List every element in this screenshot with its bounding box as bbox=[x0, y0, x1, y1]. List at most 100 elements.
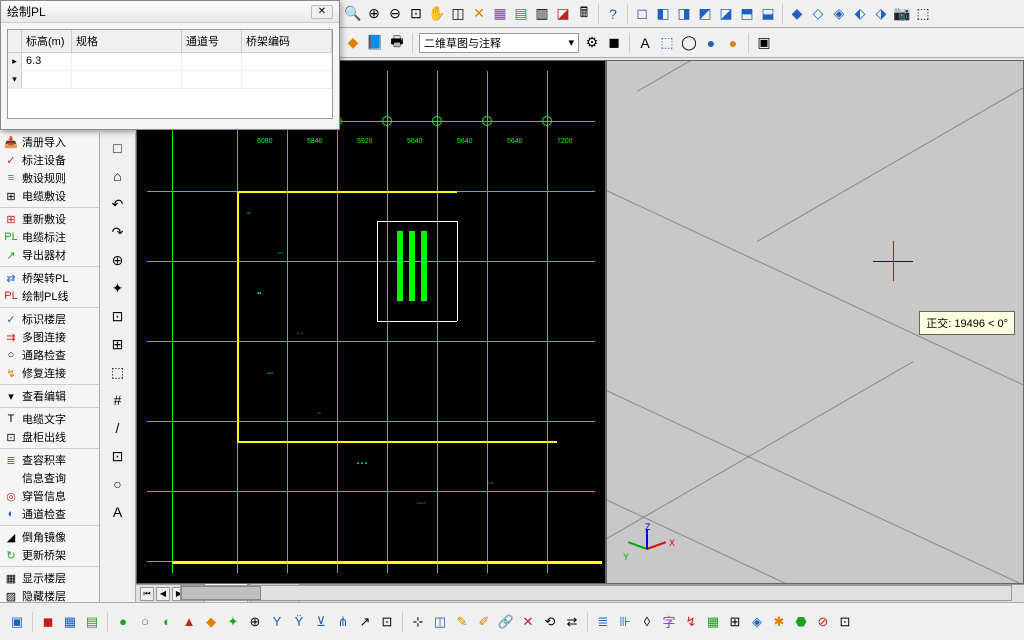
vstrip-tool[interactable]: ↷ bbox=[107, 221, 129, 243]
viewport-2d[interactable]: 6080 5840 5920 5640 5640 5640 7200 ▫▫ ◦◦… bbox=[136, 60, 606, 584]
sidebar-item[interactable]: ⊡盘柜出线 bbox=[0, 428, 99, 446]
bt-icon[interactable]: ▲ bbox=[180, 613, 198, 631]
bt-icon[interactable]: ⊪ bbox=[616, 613, 634, 631]
cube4-icon[interactable]: ◩ bbox=[696, 5, 714, 23]
bt-icon[interactable]: ◼ bbox=[39, 613, 57, 631]
horizontal-scrollbar[interactable] bbox=[180, 585, 1012, 601]
sidebar-item[interactable]: ↻更新桥架 bbox=[0, 546, 99, 564]
print-icon[interactable]: 🖶 bbox=[388, 34, 406, 52]
bt-icon[interactable]: ▣ bbox=[8, 613, 26, 631]
bt-icon[interactable]: ⊡ bbox=[836, 613, 854, 631]
zoom-extents-icon[interactable]: ⊡ bbox=[407, 5, 425, 23]
sidebar-item[interactable]: ▾查看编辑 bbox=[0, 387, 99, 405]
vstrip-tool[interactable]: ⊡ bbox=[107, 305, 129, 327]
axis-gizmo[interactable]: X Y Z bbox=[627, 528, 667, 568]
sidebar-item[interactable]: ◢倒角镜像 bbox=[0, 528, 99, 546]
iso4-icon[interactable]: ⬖ bbox=[851, 5, 869, 23]
cell-empty[interactable] bbox=[22, 71, 72, 88]
bt-icon[interactable]: 🔗 bbox=[497, 613, 515, 631]
sphere1-icon[interactable]: ◯ bbox=[680, 34, 698, 52]
bt-icon[interactable]: ↗ bbox=[356, 613, 374, 631]
sidebar-item[interactable]: ✓标识楼层 bbox=[0, 310, 99, 328]
sidebar-item[interactable]: ◎穿管信息 bbox=[0, 487, 99, 505]
zoom-plus-icon[interactable]: ⊕ bbox=[365, 5, 383, 23]
box-icon[interactable]: ⬚ bbox=[658, 34, 676, 52]
col-elevation[interactable]: 标高(m) bbox=[22, 30, 72, 52]
dialog-grid[interactable]: 标高(m) 规格 通道号 桥架编码 ▸ 6.3 ▾ bbox=[7, 29, 333, 119]
ws-icon[interactable]: ◼ bbox=[605, 34, 623, 52]
col-spec[interactable]: 规格 bbox=[72, 30, 182, 52]
book-icon[interactable]: 📘 bbox=[366, 34, 384, 52]
bt-icon[interactable]: ⊹ bbox=[409, 613, 427, 631]
gear-icon[interactable]: ⚙ bbox=[583, 34, 601, 52]
vstrip-tool[interactable]: □ bbox=[107, 137, 129, 159]
zoom-window-icon[interactable]: ◫ bbox=[449, 5, 467, 23]
sidebar-item[interactable]: ⊞重新敷设 bbox=[0, 210, 99, 228]
cell-empty[interactable] bbox=[72, 71, 182, 88]
bt-icon[interactable]: ⊻ bbox=[312, 613, 330, 631]
vstrip-tool[interactable]: ⊞ bbox=[107, 333, 129, 355]
vstrip-tool[interactable]: ✦ bbox=[107, 277, 129, 299]
bt-icon[interactable]: ⇄ bbox=[563, 613, 581, 631]
bt-icon[interactable]: ⊕ bbox=[246, 613, 264, 631]
bt-icon[interactable]: ▦ bbox=[704, 613, 722, 631]
camera-icon[interactable]: 📷 bbox=[893, 5, 911, 23]
text-icon[interactable]: A bbox=[636, 34, 654, 52]
sidebar-item[interactable]: ○通路检查 bbox=[0, 346, 99, 364]
vstrip-tool[interactable]: ↶ bbox=[107, 193, 129, 215]
cell-empty[interactable] bbox=[242, 71, 332, 88]
row-selector-new[interactable]: ▾ bbox=[8, 71, 22, 88]
sidebar-item[interactable]: PL电缆标注 bbox=[0, 228, 99, 246]
bt-icon[interactable]: 字 bbox=[660, 613, 678, 631]
viewport-3d[interactable]: 正交: 19496 < 0° X Y Z bbox=[606, 60, 1024, 584]
sidebar-item[interactable]: T电缆文字 bbox=[0, 410, 99, 428]
sidebar-item[interactable]: 信息查询 bbox=[0, 469, 99, 487]
bt-icon[interactable]: ▤ bbox=[83, 613, 101, 631]
tool-b-icon[interactable]: ▦ bbox=[491, 5, 509, 23]
bt-icon[interactable]: ⊡ bbox=[378, 613, 396, 631]
close-icon[interactable]: ✕ bbox=[311, 5, 333, 19]
tool-a-icon[interactable]: ✕ bbox=[470, 5, 488, 23]
sidebar-item[interactable]: PL绘制PL线 bbox=[0, 287, 99, 305]
bt-icon[interactable]: ● bbox=[114, 613, 132, 631]
pan-icon[interactable]: ✋ bbox=[428, 5, 446, 23]
zoom-in-icon[interactable]: 🔍 bbox=[344, 5, 362, 23]
sidebar-item[interactable]: ▦显示楼层 bbox=[0, 569, 99, 587]
bt-icon[interactable]: ⊘ bbox=[814, 613, 832, 631]
cell-channel[interactable] bbox=[182, 53, 242, 70]
grid-new-row[interactable]: ▾ bbox=[8, 71, 332, 89]
bt-icon[interactable]: Y bbox=[268, 613, 286, 631]
vstrip-tool[interactable]: ⊡ bbox=[107, 445, 129, 467]
col-code[interactable]: 桥架编码 bbox=[242, 30, 332, 52]
bt-icon[interactable]: ▦ bbox=[61, 613, 79, 631]
cell-elevation[interactable]: 6.3 bbox=[22, 53, 72, 70]
cell-spec[interactable] bbox=[72, 53, 182, 70]
tool-e-icon[interactable]: ◪ bbox=[554, 5, 572, 23]
bt-icon[interactable]: ◫ bbox=[431, 613, 449, 631]
bt-icon[interactable]: ◐ bbox=[158, 613, 176, 631]
cube5-icon[interactable]: ◪ bbox=[717, 5, 735, 23]
navcube-icon[interactable]: ⬚ bbox=[914, 5, 932, 23]
layer-icon[interactable]: ◆ bbox=[344, 34, 362, 52]
sidebar-item[interactable]: ⇉多图连接 bbox=[0, 328, 99, 346]
vstrip-tool[interactable]: ⊕ bbox=[107, 249, 129, 271]
dialog-titlebar[interactable]: 绘制PL ✕ bbox=[1, 1, 339, 23]
cube1-icon[interactable]: ◻ bbox=[633, 5, 651, 23]
panel-icon[interactable]: ▣ bbox=[755, 34, 773, 52]
bt-icon[interactable]: ◈ bbox=[748, 613, 766, 631]
bt-icon[interactable]: ✕ bbox=[519, 613, 537, 631]
bt-icon[interactable]: ✎ bbox=[453, 613, 471, 631]
bt-icon[interactable]: ⟲ bbox=[541, 613, 559, 631]
calc-icon[interactable]: 🖩 bbox=[575, 5, 593, 23]
iso2-icon[interactable]: ◇ bbox=[809, 5, 827, 23]
iso1-icon[interactable]: ◆ bbox=[788, 5, 806, 23]
bt-icon[interactable]: ≣ bbox=[594, 613, 612, 631]
help-icon[interactable]: ? bbox=[604, 5, 622, 23]
vstrip-tool[interactable]: A bbox=[107, 501, 129, 523]
bt-icon[interactable]: ◊ bbox=[638, 613, 656, 631]
sidebar-item[interactable]: 📥清册导入 bbox=[0, 133, 99, 151]
cube2-icon[interactable]: ◧ bbox=[654, 5, 672, 23]
cube7-icon[interactable]: ⬓ bbox=[759, 5, 777, 23]
sidebar-item[interactable]: ↗导出器材 bbox=[0, 246, 99, 264]
tool-c-icon[interactable]: ▤ bbox=[512, 5, 530, 23]
